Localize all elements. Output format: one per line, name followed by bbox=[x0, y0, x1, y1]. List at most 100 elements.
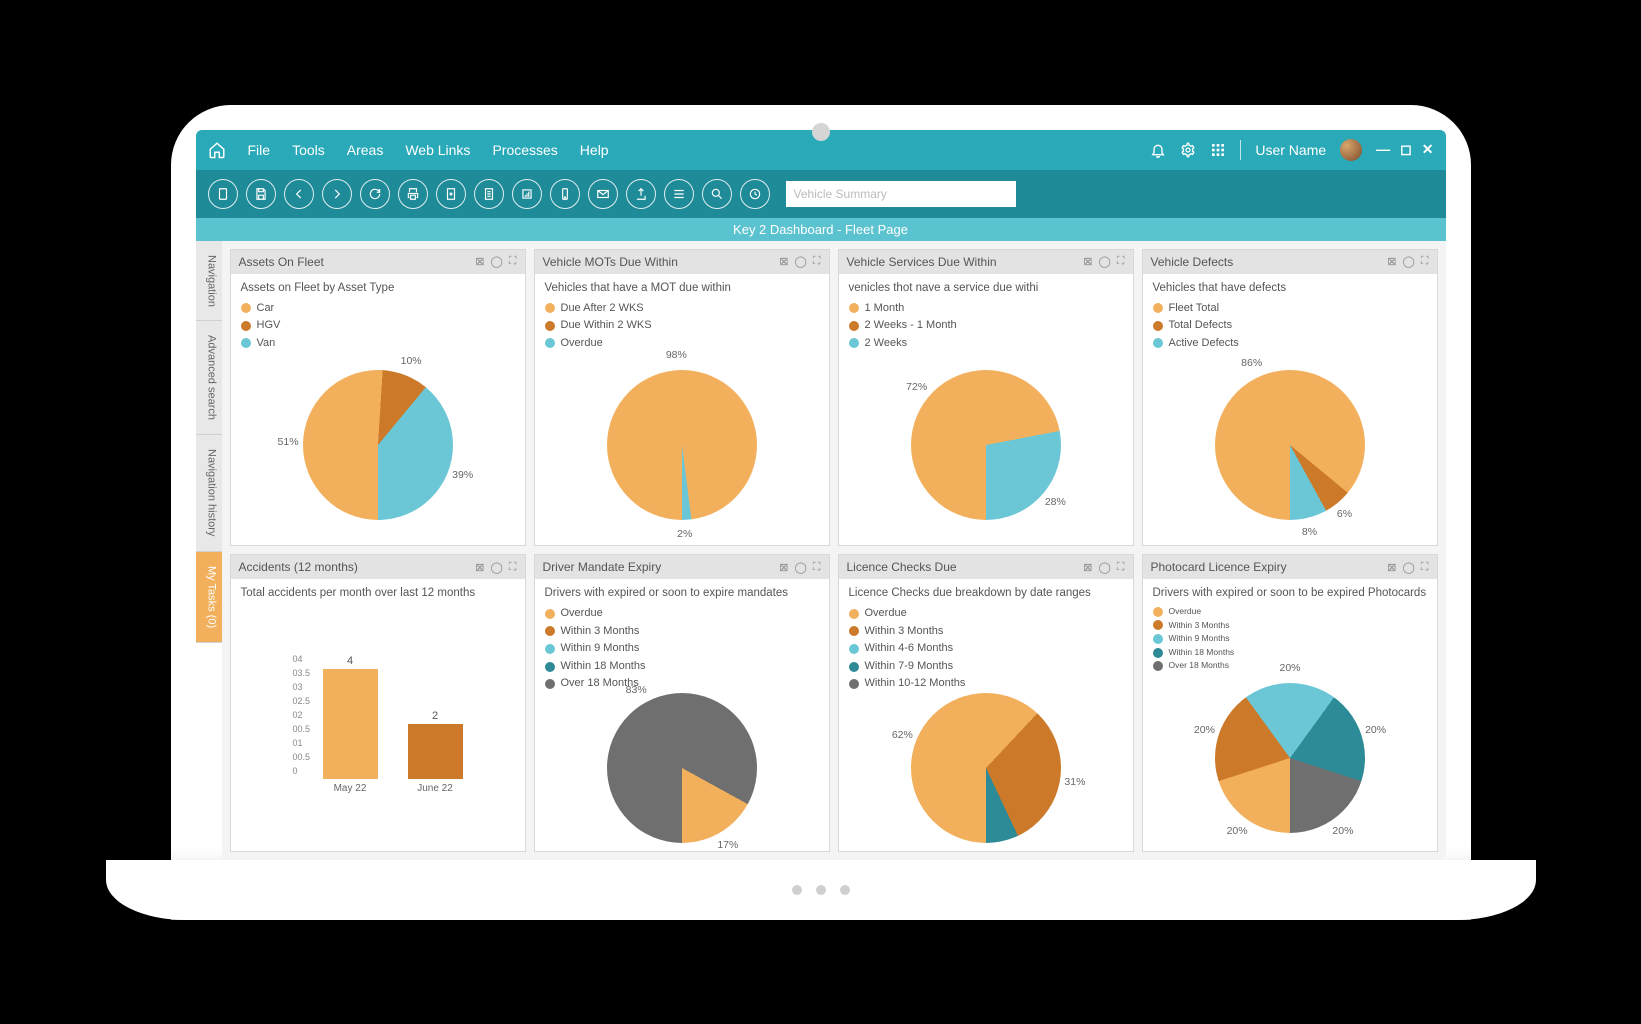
panel-expand-icon[interactable]: ⛶ bbox=[1117, 255, 1125, 268]
panel-refresh-icon[interactable]: ◯ bbox=[794, 561, 806, 574]
search-input[interactable]: Vehicle Summary bbox=[786, 181, 1016, 207]
panel-refresh-icon[interactable]: ◯ bbox=[794, 255, 806, 268]
panel-expand-icon[interactable]: ⛶ bbox=[509, 255, 517, 268]
workspace: NavigationAdvanced searchNavigation hist… bbox=[196, 241, 1446, 860]
panel-expand-icon[interactable]: ⛶ bbox=[1117, 561, 1125, 574]
pie-slice-label: 62% bbox=[892, 729, 913, 741]
save-icon[interactable] bbox=[246, 179, 276, 209]
gear-icon[interactable] bbox=[1180, 142, 1196, 158]
panel-subtitle: Vehicles that have defects bbox=[1153, 282, 1427, 294]
panel-expand-icon[interactable]: ⛶ bbox=[509, 561, 517, 574]
panel-refresh-icon[interactable]: ◯ bbox=[1098, 255, 1110, 268]
export-icon[interactable] bbox=[436, 179, 466, 209]
panel-subtitle: Licence Checks due breakdown by date ran… bbox=[849, 587, 1123, 599]
panel-refresh-icon[interactable]: ◯ bbox=[490, 255, 502, 268]
laptop-base bbox=[106, 860, 1536, 920]
legend-label: Active Defects bbox=[1169, 335, 1239, 353]
legend-swatch bbox=[849, 321, 859, 331]
legend-swatch bbox=[545, 644, 555, 654]
legend-label: Within 3 Months bbox=[1169, 619, 1230, 633]
doc-icon[interactable] bbox=[474, 179, 504, 209]
avatar[interactable] bbox=[1340, 139, 1362, 161]
legend-swatch bbox=[1153, 648, 1163, 658]
panel-expand-icon[interactable]: ⛶ bbox=[813, 561, 821, 574]
menu-file[interactable]: File bbox=[248, 142, 271, 158]
legend-swatch bbox=[849, 609, 859, 619]
panel-close-icon[interactable]: ⊠ bbox=[1083, 255, 1092, 268]
legend-label: Overdue bbox=[561, 605, 603, 623]
minimize-button[interactable]: — bbox=[1376, 141, 1390, 158]
apps-icon[interactable] bbox=[1210, 142, 1226, 158]
print-icon[interactable] bbox=[398, 179, 428, 209]
user-name-label[interactable]: User Name bbox=[1255, 142, 1326, 158]
pie-slice-label: 2% bbox=[677, 528, 692, 540]
legend-swatch bbox=[1153, 303, 1163, 313]
side-tab-3[interactable]: My Tasks (0) bbox=[196, 552, 222, 643]
upload-icon[interactable] bbox=[626, 179, 656, 209]
panel-refresh-icon[interactable]: ◯ bbox=[490, 561, 502, 574]
side-tab-2[interactable]: Navigation history bbox=[196, 435, 222, 551]
app-screen: File Tools Areas Web Links Processes Hel… bbox=[196, 130, 1446, 860]
new-icon[interactable] bbox=[208, 179, 238, 209]
legend-label: Within 7-9 Months bbox=[865, 658, 954, 676]
panel-title: Vehicle Defects bbox=[1151, 255, 1234, 269]
menu-areas[interactable]: Areas bbox=[347, 142, 384, 158]
panel-close-icon[interactable]: ⊠ bbox=[1387, 561, 1396, 574]
panel-refresh-icon[interactable]: ◯ bbox=[1402, 561, 1414, 574]
refresh-icon[interactable] bbox=[360, 179, 390, 209]
search-icon[interactable] bbox=[702, 179, 732, 209]
menu-processes[interactable]: Processes bbox=[492, 142, 557, 158]
menu-weblinks[interactable]: Web Links bbox=[405, 142, 470, 158]
camera-dot bbox=[812, 123, 830, 141]
panel-close-icon[interactable]: ⊠ bbox=[475, 255, 484, 268]
panel-close-icon[interactable]: ⊠ bbox=[1387, 255, 1396, 268]
pie-chart bbox=[911, 693, 1061, 843]
maximize-button[interactable]: ◻ bbox=[1400, 141, 1412, 158]
legend-label: Due Within 2 WKS bbox=[561, 317, 652, 335]
dashboard-grid: Assets On Fleet⊠◯⛶Assets on Fleet by Ass… bbox=[222, 241, 1446, 860]
legend-label: Within 3 Months bbox=[865, 623, 944, 641]
panel-expand-icon[interactable]: ⛶ bbox=[1421, 561, 1429, 574]
panel-title: Accidents (12 months) bbox=[239, 560, 358, 574]
list-icon[interactable] bbox=[664, 179, 694, 209]
report-icon[interactable] bbox=[512, 179, 542, 209]
pie-chart bbox=[911, 370, 1061, 520]
legend-label: 2 Weeks - 1 Month bbox=[865, 317, 957, 335]
legend-label: 2 Weeks bbox=[865, 335, 908, 353]
panel-title: Vehicle MOTs Due Within bbox=[543, 255, 678, 269]
panel-refresh-icon[interactable]: ◯ bbox=[1098, 561, 1110, 574]
pie-slice-label: 28% bbox=[1045, 496, 1066, 508]
panel-refresh-icon[interactable]: ◯ bbox=[1402, 255, 1414, 268]
search-placeholder: Vehicle Summary bbox=[794, 187, 887, 201]
legend-label: Total Defects bbox=[1169, 317, 1233, 335]
side-tab-1[interactable]: Advanced search bbox=[196, 321, 222, 435]
panel-close-icon[interactable]: ⊠ bbox=[1083, 561, 1092, 574]
menu-help[interactable]: Help bbox=[580, 142, 609, 158]
panel-close-icon[interactable]: ⊠ bbox=[779, 255, 788, 268]
panel-close-icon[interactable]: ⊠ bbox=[475, 561, 484, 574]
pie-slice-label: 8% bbox=[1302, 526, 1317, 538]
legend-label: Within 9 Months bbox=[561, 640, 640, 658]
clock-icon[interactable] bbox=[740, 179, 770, 209]
panel-close-icon[interactable]: ⊠ bbox=[779, 561, 788, 574]
pie-slice-label: 83% bbox=[626, 684, 647, 696]
forward-icon[interactable] bbox=[322, 179, 352, 209]
legend-label: HGV bbox=[257, 317, 281, 335]
mail-icon[interactable] bbox=[588, 179, 618, 209]
bell-icon[interactable] bbox=[1150, 142, 1166, 158]
pie-chart bbox=[607, 370, 757, 520]
menu-tools[interactable]: Tools bbox=[292, 142, 325, 158]
panel-expand-icon[interactable]: ⛶ bbox=[1421, 255, 1429, 268]
legend-swatch bbox=[1153, 661, 1163, 671]
home-icon[interactable] bbox=[208, 141, 226, 159]
legend-swatch bbox=[545, 679, 555, 689]
legend-label: Over 18 Months bbox=[1169, 659, 1229, 673]
laptop-frame: File Tools Areas Web Links Processes Hel… bbox=[171, 105, 1471, 920]
mobile-icon[interactable] bbox=[550, 179, 580, 209]
pie-slice-label: 51% bbox=[278, 436, 299, 448]
close-button[interactable]: ✕ bbox=[1422, 141, 1434, 158]
side-tab-0[interactable]: Navigation bbox=[196, 241, 222, 322]
back-icon[interactable] bbox=[284, 179, 314, 209]
legend-swatch bbox=[241, 321, 251, 331]
panel-expand-icon[interactable]: ⛶ bbox=[813, 255, 821, 268]
